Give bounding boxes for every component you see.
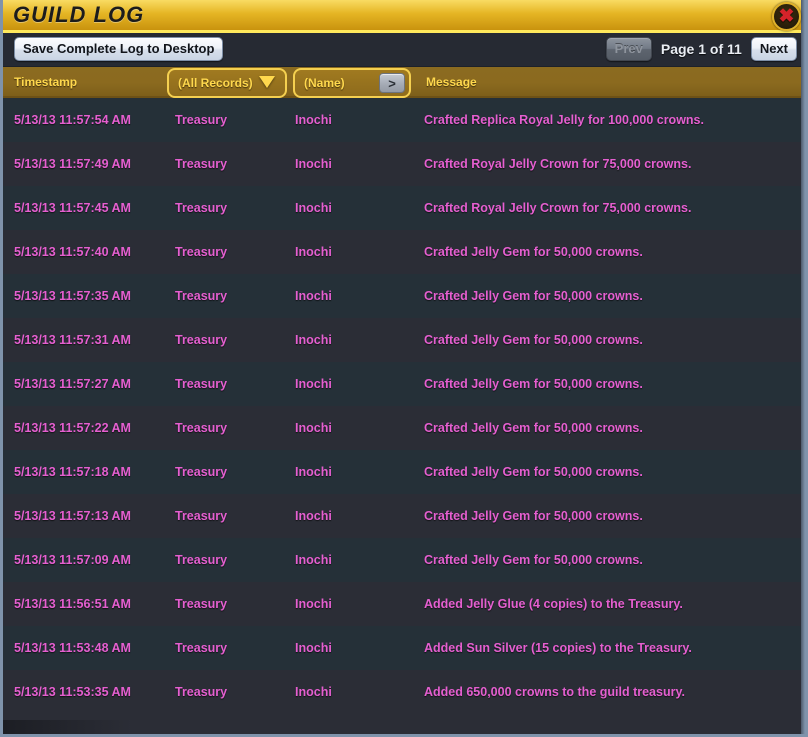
log-cell-message: Crafted Jelly Gem for 50,000 crowns. [424,553,643,567]
log-cell-name: Inochi [295,201,332,215]
log-cell-timestamp: 5/13/13 11:57:31 AM [14,333,131,347]
table-row[interactable]: 5/13/13 11:57:22 AM Treasury Inochi Crafted… [3,406,805,450]
log-cell-category: Treasury [175,289,228,303]
log-cell-name: Inochi [295,333,332,347]
column-header-message: Message [426,75,477,89]
right-scroll-rail[interactable] [801,0,805,734]
log-cell-category: Treasury [175,641,228,655]
log-cell-message: Crafted Replica Royal Jelly for 100,000 … [424,113,704,127]
page-title: GUILD LOG [13,2,145,27]
log-cell-category: Treasury [175,333,228,347]
table-row[interactable]: 5/13/13 11:56:51 AM Treasury Inochi Added J… [3,582,805,626]
log-cell-message: Added Jelly Glue (4 copies) to the Treas… [424,597,683,611]
table-row[interactable]: 5/13/13 11:57:31 AM Treasury Inochi Crafted… [3,318,805,362]
log-cell-message: Crafted Jelly Gem for 50,000 crowns. [424,421,643,435]
log-cell-message: Crafted Royal Jelly Crown for 75,000 cro… [424,157,692,171]
table-row[interactable]: 5/13/13 11:57:54 AM Treasury Inochi Crafted… [3,98,805,142]
log-cell-name: Inochi [295,421,332,435]
log-cell-category: Treasury [175,113,228,127]
log-cell-name: Inochi [295,685,332,699]
log-cell-message: Crafted Jelly Gem for 50,000 crowns. [424,333,643,347]
chevron-right-icon[interactable]: > [379,73,405,93]
log-cell-name: Inochi [295,289,332,303]
table-row[interactable]: 5/13/13 11:57:18 AM Treasury Inochi Crafted… [3,450,805,494]
log-cell-name: Inochi [295,113,332,127]
log-cell-timestamp: 5/13/13 11:57:22 AM [14,421,131,435]
column-header-bar: Timestamp (All Records) (Name) > Message [3,67,805,98]
toolbar: Save Complete Log to Desktop Prev Page 1… [3,33,805,67]
chevron-down-icon [259,76,275,88]
log-cell-message: Crafted Jelly Gem for 50,000 crowns. [424,377,643,391]
close-glyph: ✖ [778,6,795,27]
log-cell-timestamp: 5/13/13 11:53:35 AM [14,685,131,699]
log-cell-name: Inochi [295,245,332,259]
log-cell-message: Added 650,000 crowns to the guild treasu… [424,685,685,699]
log-cell-name: Inochi [295,465,332,479]
log-cell-timestamp: 5/13/13 11:53:48 AM [14,641,131,655]
records-filter-dropdown[interactable]: (All Records) [167,68,287,98]
log-cell-category: Treasury [175,377,228,391]
column-header-timestamp: Timestamp [14,75,78,89]
log-cell-name: Inochi [295,157,332,171]
log-cell-timestamp: 5/13/13 11:57:49 AM [14,157,131,171]
table-row[interactable]: 5/13/13 11:57:35 AM Treasury Inochi Crafted… [3,274,805,318]
log-cell-message: Added Sun Silver (15 copies) to the Trea… [424,641,692,655]
guild-log-window: GUILD LOG ✖ Save Complete Log to Desktop… [0,0,808,737]
log-cell-name: Inochi [295,509,332,523]
log-cell-name: Inochi [295,597,332,611]
log-cell-category: Treasury [175,465,228,479]
table-row[interactable]: 5/13/13 11:57:45 AM Treasury Inochi Crafted… [3,186,805,230]
log-cell-timestamp: 5/13/13 11:57:27 AM [14,377,131,391]
table-row[interactable]: 5/13/13 11:57:49 AM Treasury Inochi Crafted… [3,142,805,186]
log-cell-timestamp: 5/13/13 11:57:54 AM [14,113,131,127]
log-cell-timestamp: 5/13/13 11:57:18 AM [14,465,131,479]
log-cell-timestamp: 5/13/13 11:57:40 AM [14,245,131,259]
name-filter-input[interactable]: (Name) > [293,68,411,98]
log-cell-message: Crafted Jelly Gem for 50,000 crowns. [424,465,643,479]
log-cell-category: Treasury [175,245,228,259]
page-indicator: Page 1 of 11 [660,41,742,57]
log-cell-category: Treasury [175,157,228,171]
records-filter-label: (All Records) [178,76,253,90]
log-cell-name: Inochi [295,553,332,567]
log-cell-category: Treasury [175,201,228,215]
save-log-button[interactable]: Save Complete Log to Desktop [14,37,224,61]
log-cell-timestamp: 5/13/13 11:57:35 AM [14,289,131,303]
log-cell-message: Crafted Jelly Gem for 50,000 crowns. [424,289,643,303]
table-row[interactable]: 5/13/13 11:57:27 AM Treasury Inochi Crafted… [3,362,805,406]
title-bar: GUILD LOG ✖ [3,0,805,33]
table-row[interactable]: 5/13/13 11:53:35 AM Treasury Inochi Added 6… [3,670,805,701]
log-cell-category: Treasury [175,553,228,567]
log-cell-category: Treasury [175,421,228,435]
table-row[interactable]: 5/13/13 11:57:40 AM Treasury Inochi Crafted… [3,230,805,274]
log-cell-category: Treasury [175,509,228,523]
next-page-button[interactable]: Next [750,37,797,61]
table-row[interactable]: 5/13/13 11:53:48 AM Treasury Inochi Added S… [3,626,805,670]
name-filter-label: (Name) [304,76,345,90]
log-cell-timestamp: 5/13/13 11:57:45 AM [14,201,131,215]
bottom-shadow [3,720,133,734]
log-cell-timestamp: 5/13/13 11:56:51 AM [14,597,131,611]
log-cell-message: Crafted Jelly Gem for 50,000 crowns. [424,245,643,259]
table-bottom-filler [3,710,805,734]
close-icon[interactable]: ✖ [772,2,801,31]
pagination: Prev Page 1 of 11 Next [605,37,797,61]
table-row[interactable]: 5/13/13 11:57:13 AM Treasury Inochi Crafted… [3,494,805,538]
log-cell-message: Crafted Jelly Gem for 50,000 crowns. [424,509,643,523]
log-cell-message: Crafted Royal Jelly Crown for 75,000 cro… [424,201,692,215]
log-cell-name: Inochi [295,377,332,391]
log-cell-name: Inochi [295,641,332,655]
log-cell-timestamp: 5/13/13 11:57:09 AM [14,553,131,567]
table-row[interactable]: 5/13/13 11:57:09 AM Treasury Inochi Crafted… [3,538,805,582]
log-table: 5/13/13 11:57:54 AM Treasury Inochi Crafted… [3,98,805,701]
log-cell-category: Treasury [175,685,228,699]
log-cell-category: Treasury [175,597,228,611]
prev-page-button[interactable]: Prev [605,37,652,61]
log-cell-timestamp: 5/13/13 11:57:13 AM [14,509,131,523]
